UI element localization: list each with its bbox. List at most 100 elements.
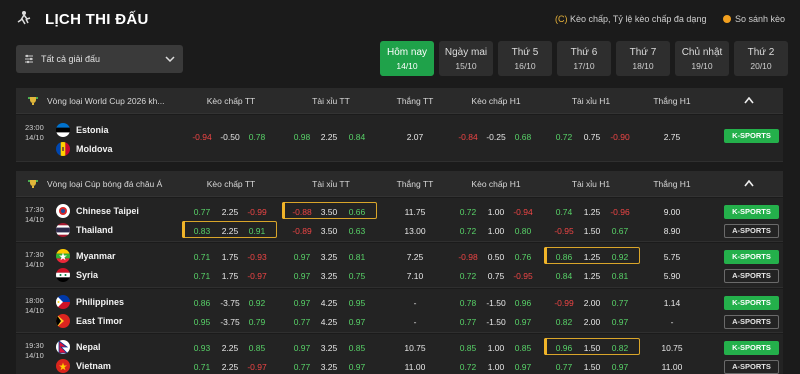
odds-value[interactable]: -0.95	[507, 271, 539, 281]
odds-value[interactable]: 11.75	[399, 207, 431, 217]
a-sports-button[interactable]: A-SPORTS	[724, 224, 779, 238]
odds-value[interactable]: 0.97	[341, 317, 373, 327]
k-sports-button[interactable]: K-SPORTS	[724, 250, 779, 264]
odds-value[interactable]: 0.95	[341, 298, 373, 308]
day-tab-name: Thứ 2	[747, 47, 775, 58]
home-team[interactable]: Nepal	[56, 338, 101, 356]
odds-value[interactable]: -0.94	[507, 207, 539, 217]
odds-value[interactable]: -0.97	[241, 362, 273, 372]
odds-value[interactable]: 0.97	[507, 317, 539, 327]
a-sports-button[interactable]: A-SPORTS	[724, 269, 779, 283]
odds-value[interactable]: 9.00	[656, 207, 688, 217]
league-name: Vòng loại Cúp bóng đá châu Á	[47, 179, 163, 189]
odds-value[interactable]: -0.90	[604, 132, 636, 142]
a-sports-button[interactable]: A-SPORTS	[724, 360, 779, 374]
odds-value[interactable]: 0.92	[604, 252, 636, 262]
day-tab-date: 14/10	[396, 61, 418, 71]
home-team[interactable]: Myanmar	[56, 247, 116, 265]
odds-value[interactable]: 0.85	[241, 343, 273, 353]
column-header: Kèo chấp TT	[206, 179, 256, 189]
home-team[interactable]: Philippines	[56, 293, 124, 311]
odds-value[interactable]: -	[399, 298, 431, 308]
odds-value[interactable]: 0.82	[604, 343, 636, 353]
odds-value[interactable]: 0.68	[507, 132, 539, 142]
odds-value[interactable]: -0.96	[604, 207, 636, 217]
odds-value[interactable]: 0.85	[507, 343, 539, 353]
k-sports-button[interactable]: K-SPORTS	[724, 296, 779, 310]
odds-value[interactable]: 0.66	[341, 207, 373, 217]
day-tab-date: 17/10	[573, 61, 595, 71]
odds-value[interactable]: 11.00	[399, 362, 431, 372]
k-sports-button[interactable]: K-SPORTS	[724, 341, 779, 355]
column-header: Tài xỉu H1	[571, 179, 611, 189]
odds-value[interactable]: 0.85	[341, 343, 373, 353]
odds-value[interactable]: 0.76	[507, 252, 539, 262]
odds-value[interactable]: 0.80	[507, 226, 539, 236]
odds-value[interactable]: 0.97	[341, 362, 373, 372]
league-filter-dropdown[interactable]: Tất cả giải đấu	[16, 45, 183, 73]
odds-value[interactable]: 2.07	[399, 132, 431, 142]
odds-value[interactable]: 11.00	[656, 362, 688, 372]
day-tab-19-10[interactable]: Chủ nhật 19/10	[675, 41, 729, 76]
odds-value[interactable]: 0.92	[241, 298, 273, 308]
day-tab-15-10[interactable]: Ngày mai 15/10	[439, 41, 493, 76]
odds-value[interactable]: 0.97	[604, 317, 636, 327]
day-tab-name: Hôm nay	[386, 47, 427, 58]
chinese-taipei-flag	[56, 204, 70, 218]
day-tab-20-10[interactable]: Thứ 2 20/10	[734, 41, 788, 76]
compare-odds-link[interactable]: So sánh kèo	[723, 14, 785, 24]
away-team[interactable]: Syria	[56, 266, 98, 284]
column-header: Tài xỉu TT	[312, 96, 350, 106]
day-tab-17-10[interactable]: Thứ 6 17/10	[557, 41, 611, 76]
odds-legend-text: Kèo chấp, Tỷ lệ kèo chấp đa dạng	[570, 14, 707, 24]
a-sports-button[interactable]: A-SPORTS	[724, 315, 779, 329]
day-tab-18-10[interactable]: Thứ 7 18/10	[616, 41, 670, 76]
away-team[interactable]: East Timor	[56, 312, 122, 330]
odds-value[interactable]: 5.90	[656, 271, 688, 281]
away-team[interactable]: Vietnam	[56, 357, 111, 374]
match-time: 17:30 14/10	[25, 205, 44, 225]
odds-value[interactable]: 0.97	[507, 362, 539, 372]
odds-value[interactable]: 10.75	[399, 343, 431, 353]
kickoff-time: 23:00	[25, 123, 44, 132]
odds-value[interactable]: 7.25	[399, 252, 431, 262]
team-name: Chinese Taipei	[76, 206, 139, 216]
home-team[interactable]: Chinese Taipei	[56, 202, 139, 220]
odds-value[interactable]: -0.99	[241, 207, 273, 217]
odds-value[interactable]: 0.81	[341, 252, 373, 262]
odds-value[interactable]: 0.78	[241, 132, 273, 142]
odds-value[interactable]: 0.67	[604, 226, 636, 236]
day-tab-14-10[interactable]: Hôm nay 14/10	[380, 41, 434, 76]
odds-value[interactable]: 0.91	[241, 226, 273, 236]
odds-value[interactable]: 2.75	[656, 132, 688, 142]
odds-value[interactable]: 0.96	[507, 298, 539, 308]
away-team[interactable]: Moldova	[56, 140, 113, 158]
odds-value[interactable]: 8.90	[656, 226, 688, 236]
odds-value[interactable]: 0.84	[341, 132, 373, 142]
kickoff-date: 14/10	[25, 260, 44, 269]
odds-value[interactable]: 0.77	[604, 298, 636, 308]
odds-value[interactable]: -	[656, 317, 688, 327]
kickoff-date: 14/10	[25, 306, 44, 315]
home-team[interactable]: Estonia	[56, 121, 109, 139]
odds-value[interactable]: -0.97	[241, 271, 273, 281]
day-tab-16-10[interactable]: Thứ 5 16/10	[498, 41, 552, 76]
odds-value[interactable]: 0.81	[604, 271, 636, 281]
nepal-flag	[56, 340, 70, 354]
odds-value[interactable]: 7.10	[399, 271, 431, 281]
k-sports-button[interactable]: K-SPORTS	[724, 129, 779, 143]
odds-value[interactable]: -	[399, 317, 431, 327]
odds-value[interactable]: 0.75	[341, 271, 373, 281]
odds-value[interactable]: 0.79	[241, 317, 273, 327]
k-sports-button[interactable]: K-SPORTS	[724, 205, 779, 219]
odds-value[interactable]: 10.75	[656, 343, 688, 353]
match-row: 18:00 14/10 Philippines East Timor 0.86 -3.75…	[16, 289, 783, 333]
odds-value[interactable]: 13.00	[399, 226, 431, 236]
odds-value[interactable]: 0.97	[604, 362, 636, 372]
odds-value[interactable]: 0.63	[341, 226, 373, 236]
away-team[interactable]: Thailand	[56, 221, 113, 239]
odds-value[interactable]: 5.75	[656, 252, 688, 262]
chevron-up-icon	[744, 180, 754, 187]
odds-value[interactable]: -0.93	[241, 252, 273, 262]
odds-value[interactable]: 1.14	[656, 298, 688, 308]
